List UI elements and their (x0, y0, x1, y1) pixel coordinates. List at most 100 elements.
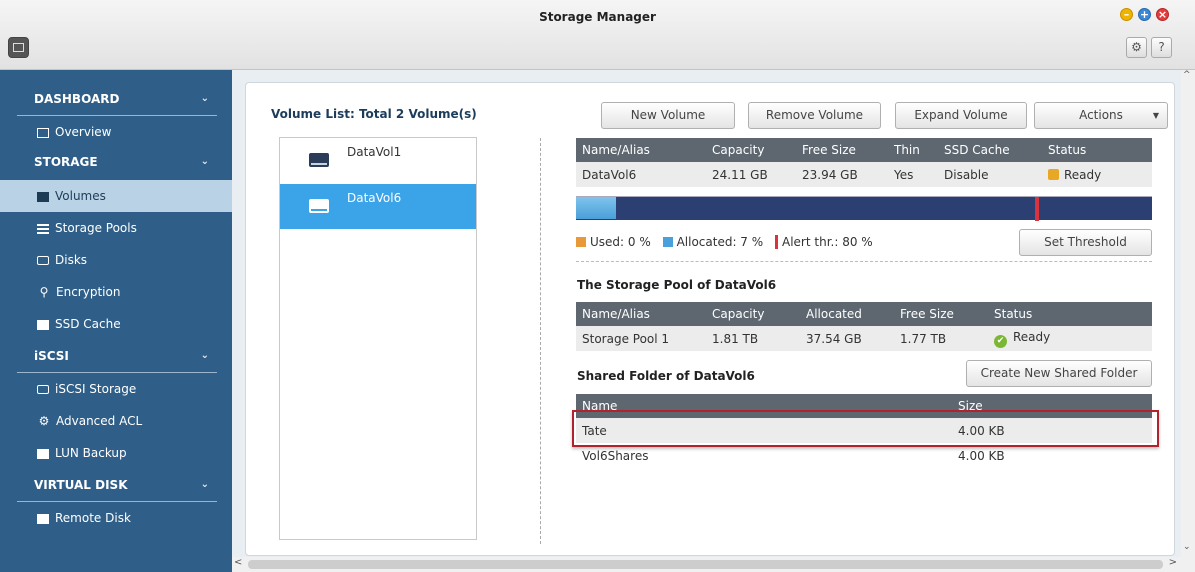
table-header: Name/Alias Capacity Allocated Free Size … (576, 302, 1152, 326)
close-button[interactable]: × (1156, 8, 1169, 21)
minimize-button[interactable]: – (1120, 8, 1133, 21)
status-text: Ready (1013, 329, 1051, 344)
legend-alert: Alert thr.: 80 % (782, 235, 873, 249)
legend-allocated: Allocated: 7 % (676, 235, 764, 249)
volume-icon (309, 199, 329, 213)
sidebar-section-storage[interactable]: STORAGE ⌄ (17, 148, 217, 176)
usage-legend: Used: 0 % Allocated: 7 % Alert thr.: 80 … (576, 235, 873, 249)
column-header: Status (1042, 138, 1152, 162)
set-threshold-button[interactable]: Set Threshold (1019, 229, 1152, 256)
legend-used: Used: 0 % (590, 235, 651, 249)
sidebar-section-virtual-disk[interactable]: VIRTUAL DISK ⌄ (17, 471, 217, 499)
sidebar-item-label: Disks (55, 253, 88, 267)
gear-icon: ⚙ (1131, 40, 1142, 54)
sidebar-item-advanced-acl[interactable]: ⚙ Advanced ACL (0, 405, 232, 437)
column-header: Name/Alias (576, 138, 706, 162)
maximize-button[interactable]: + (1138, 8, 1151, 21)
chevron-down-icon: ⌄ (200, 93, 209, 104)
sidebar-item-label: Overview (55, 125, 112, 139)
shared-folder-title: Shared Folder of DataVol6 (577, 369, 755, 383)
window-title: Storage Manager (539, 10, 656, 24)
volume-name: DataVol6 (347, 191, 402, 205)
sidebar-item-encryption[interactable]: ⚲ Encryption (0, 276, 232, 308)
column-header: Free Size (894, 302, 988, 326)
section-label: STORAGE (34, 155, 98, 169)
sidebar-item-remote-disk[interactable]: Remote Disk (0, 502, 232, 534)
allocated-fill (576, 197, 617, 219)
volume-list: DataVol1 DataVol6 (279, 137, 477, 540)
row-highlight-box (572, 410, 1159, 447)
sidebar-section-dashboard[interactable]: DASHBOARD ⌄ (17, 85, 217, 113)
column-header: Thin (888, 138, 938, 162)
horizontal-scrollbar[interactable]: < > (232, 557, 1181, 572)
storage-pool-title: The Storage Pool of DataVol6 (577, 278, 777, 292)
sidebar-item-storage-pools[interactable]: Storage Pools (0, 212, 232, 244)
sidebar-item-label: iSCSI Storage (55, 382, 137, 396)
alert-swatch (775, 235, 778, 249)
column-header: Capacity (706, 302, 800, 326)
iscsi-storage-icon (37, 385, 49, 394)
sidebar-item-label: Storage Pools (55, 221, 137, 235)
scroll-down-icon[interactable]: ⌄ (1183, 542, 1191, 552)
vertical-scrollbar[interactable]: ^ ⌄ (1181, 70, 1195, 572)
section-label: VIRTUAL DISK (34, 478, 128, 492)
panel-divider (540, 138, 541, 544)
expand-volume-button[interactable]: Expand Volume (895, 102, 1027, 129)
sidebar-item-label: LUN Backup (55, 446, 127, 460)
sidebar-item-disks[interactable]: Disks (0, 244, 232, 276)
remote-disk-icon (37, 513, 49, 524)
table-cell: 1.77 TB (894, 326, 988, 351)
scroll-right-icon[interactable]: > (1169, 557, 1177, 568)
column-header: Free Size (796, 138, 888, 162)
table-cell: DataVol6 (576, 162, 706, 187)
table-cell: Disable (938, 162, 1042, 187)
settings-button[interactable]: ⚙ (1126, 37, 1147, 58)
volumes-icon (37, 191, 49, 202)
sidebar-item-iscsi-storage[interactable]: iSCSI Storage (0, 373, 232, 405)
table-cell: Yes (888, 162, 938, 187)
sidebar-item-label: Advanced ACL (56, 414, 143, 428)
help-button[interactable]: ? (1151, 37, 1172, 58)
volume-detail-table: Name/Alias Capacity Free Size Thin SSD C… (576, 138, 1152, 187)
app-menu-button[interactable] (8, 37, 29, 58)
ssd-cache-icon (37, 319, 49, 330)
scrollbar-thumb[interactable] (248, 560, 1163, 569)
table-cell: 23.94 GB (796, 162, 888, 187)
disks-icon (37, 256, 49, 265)
new-volume-button[interactable]: New Volume (601, 102, 735, 129)
main-area: Volume List: Total 2 Volume(s) New Volum… (232, 70, 1195, 572)
sidebar-item-label: SSD Cache (55, 317, 121, 331)
table-row[interactable]: DataVol6 24.11 GB 23.94 GB Yes Disable R… (576, 162, 1152, 187)
alert-threshold-marker (1034, 197, 1039, 221)
scroll-up-icon[interactable]: ^ (1183, 70, 1191, 80)
status-text: Ready (1064, 167, 1102, 182)
create-shared-folder-button[interactable]: Create New Shared Folder (966, 360, 1152, 387)
volume-panel: Volume List: Total 2 Volume(s) New Volum… (245, 82, 1175, 556)
table-cell: Storage Pool 1 (576, 326, 706, 351)
sidebar-section-iscsi[interactable]: iSCSI ⌄ (17, 342, 217, 370)
sidebar-item-overview[interactable]: Overview (0, 116, 232, 148)
table-row[interactable]: Storage Pool 1 1.81 TB 37.54 GB 1.77 TB … (576, 326, 1152, 351)
volume-icon (309, 153, 329, 167)
encryption-icon: ⚲ (39, 285, 49, 299)
scroll-left-icon[interactable]: < (234, 557, 242, 568)
volume-list-title: Volume List: Total 2 Volume(s) (271, 107, 477, 121)
table-cell: 24.11 GB (706, 162, 796, 187)
sidebar-item-lun-backup[interactable]: LUN Backup (0, 437, 232, 469)
section-divider (576, 261, 1152, 262)
sidebar: DASHBOARD ⌄ Overview STORAGE ⌄ Volumes S… (0, 70, 232, 572)
actions-dropdown[interactable]: Actions ▼ (1034, 102, 1168, 129)
table-header: Name/Alias Capacity Free Size Thin SSD C… (576, 138, 1152, 162)
sidebar-item-label: Volumes (55, 189, 106, 203)
remove-volume-button[interactable]: Remove Volume (748, 102, 881, 129)
section-label: DASHBOARD (34, 92, 120, 106)
status-cell: ✔ Ready (988, 326, 1152, 351)
sidebar-item-ssd-cache[interactable]: SSD Cache (0, 308, 232, 340)
chevron-down-icon: ⌄ (200, 350, 209, 361)
sidebar-item-label: Encryption (56, 285, 121, 299)
column-header: Name/Alias (576, 302, 706, 326)
column-header: Capacity (706, 138, 796, 162)
help-icon: ? (1158, 40, 1165, 54)
sidebar-item-volumes[interactable]: Volumes (0, 180, 232, 212)
volume-list-item[interactable]: DataVol6 (280, 184, 476, 229)
